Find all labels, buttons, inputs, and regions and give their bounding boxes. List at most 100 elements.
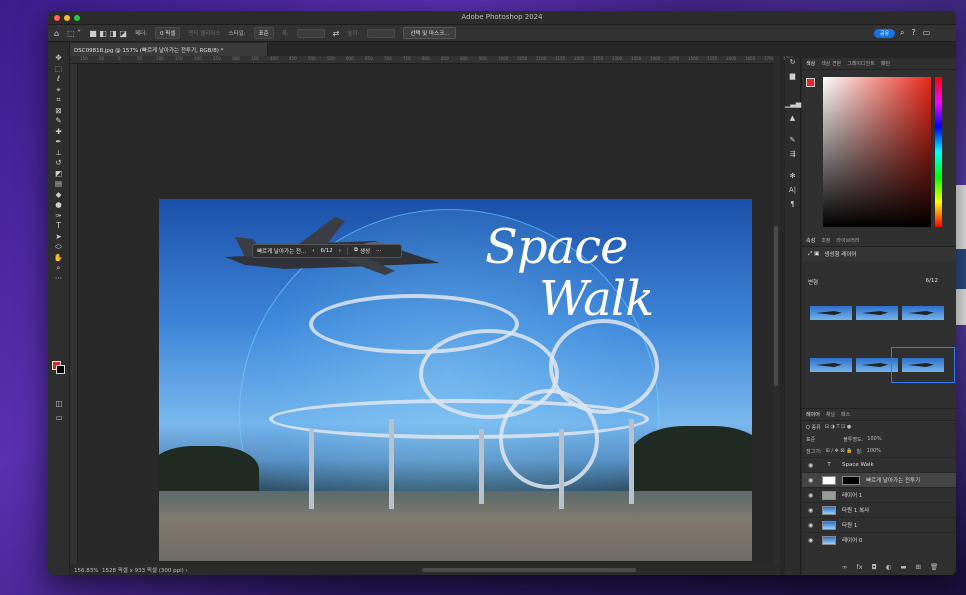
link-icon[interactable]: ∞ [842, 563, 847, 571]
tab-channels[interactable]: 채널 [826, 411, 835, 418]
color-panel-foreground-swatch[interactable] [806, 78, 815, 87]
mask-icon[interactable]: ◘ [872, 563, 877, 571]
color-picker-field[interactable] [823, 77, 931, 227]
previous-variation-icon[interactable]: ‹ [312, 248, 314, 254]
tab-libraries[interactable]: 라이브러리 [836, 237, 859, 244]
variation-thumbnail[interactable] [856, 306, 898, 320]
marquee-tool-icon[interactable]: ⬚ [48, 64, 69, 75]
variation-thumbnail[interactable] [810, 358, 852, 372]
zoom-tool-icon[interactable]: ⌕ [48, 263, 69, 274]
object-select-tool-icon[interactable]: ⌖ [48, 85, 69, 96]
tab-color[interactable]: 색상 [806, 60, 815, 67]
healing-tool-icon[interactable]: ✚ [48, 127, 69, 138]
visibility-eye-icon[interactable]: ◉ [808, 537, 816, 544]
tab-adjustments[interactable]: 조정 [821, 237, 830, 244]
visibility-eye-icon[interactable]: ◉ [808, 462, 816, 469]
vertical-scrollbar[interactable] [773, 56, 780, 564]
layer-row[interactable]: ◉ 빠르게 날아가는 전투기 [802, 472, 956, 487]
variation-thumbnail[interactable] [856, 358, 898, 372]
more-tools-icon[interactable]: ··· [48, 274, 69, 285]
fill-value[interactable]: 100% [867, 448, 881, 454]
horizontal-scroll-thumb[interactable] [422, 568, 636, 572]
next-variation-icon[interactable]: › [339, 248, 341, 254]
crop-tool-icon[interactable]: ⌗ [48, 95, 69, 106]
gear-icon[interactable]: ✻ [785, 172, 800, 186]
variation-thumbnail[interactable] [810, 306, 852, 320]
filter-icons[interactable]: ⊟ ◑ T ⊡ ● [825, 424, 852, 430]
vertical-scroll-thumb[interactable] [774, 226, 778, 386]
eraser-tool-icon[interactable]: ◩ [48, 169, 69, 180]
visibility-eye-icon[interactable]: ◉ [808, 492, 816, 499]
blur-tool-icon[interactable]: ◆ [48, 190, 69, 201]
layer-row[interactable]: ◉ T Space Walk [802, 457, 956, 472]
paragraph-panel-icon[interactable]: ¶ [785, 200, 800, 214]
layer-row[interactable]: ◉ 타원 1 복사 [802, 502, 956, 517]
adjustment-layer-icon[interactable]: ◐ [886, 563, 892, 571]
blend-mode-select[interactable]: 표준 [806, 436, 815, 443]
document-canvas[interactable]: Space Walk [159, 199, 752, 561]
dodge-tool-icon[interactable]: ● [48, 200, 69, 211]
warning-panel-icon[interactable]: ▲ [785, 114, 800, 128]
share-button[interactable]: 공유 [874, 29, 896, 38]
move-tool-icon[interactable]: ✥ [48, 53, 69, 64]
opacity-value[interactable]: 100% [867, 436, 881, 442]
visibility-eye-icon[interactable]: ◉ [808, 477, 816, 484]
fx-icon[interactable]: fx [856, 563, 862, 571]
histogram-panel-icon[interactable]: ▁▃▅ [785, 100, 801, 114]
select-and-mask-button[interactable]: 선택 및 마스크... [403, 27, 457, 39]
eyedropper-tool-icon[interactable]: ✎ [48, 116, 69, 127]
lasso-tool-icon[interactable]: ℓ [48, 74, 69, 85]
height-input[interactable] [367, 28, 396, 38]
trash-icon[interactable]: 🗑 [930, 563, 938, 571]
layer-row[interactable]: ◉ 레이어 0 [802, 532, 956, 547]
shape-tool-icon[interactable]: ⬭ [48, 242, 69, 253]
character-panel-icon[interactable]: A| [785, 186, 800, 200]
frame-tool-icon[interactable]: ⊠ [48, 106, 69, 117]
screen-mode-icon[interactable]: ▭ [48, 413, 70, 424]
layer-row[interactable]: ◉ 타원 1 [802, 517, 956, 532]
path-select-tool-icon[interactable]: ➤ [48, 232, 69, 243]
style-select[interactable]: 표준 [253, 27, 274, 39]
tab-paths[interactable]: 패스 [841, 411, 850, 418]
layer-filter-select[interactable]: Q 종류 [806, 424, 821, 431]
tab-layers[interactable]: 레이어 [806, 411, 820, 418]
marquee-preset-icon[interactable]: ⬚ ˅ [67, 29, 81, 38]
canvas-area[interactable]: Space Walk 빠르게 날아가는 전... ‹ 6/12 › ⧉ 생성 ··… [78, 64, 773, 564]
tab-gradients[interactable]: 그레이디언트 [847, 60, 875, 67]
layer-mask-thumbnail[interactable] [842, 475, 860, 485]
selection-mode-icons[interactable]: ■ ◧ ◨ ◪ [89, 29, 127, 38]
variation-thumbnail[interactable] [902, 306, 944, 320]
tab-properties[interactable]: 속성 [806, 237, 815, 244]
history-brush-tool-icon[interactable]: ↺ [48, 158, 69, 169]
variations-label[interactable]: 변형 [808, 280, 818, 286]
hue-slider[interactable] [935, 77, 942, 227]
more-options-button[interactable]: ··· [376, 248, 381, 254]
home-icon[interactable]: ⌂ [54, 29, 59, 38]
pen-tool-icon[interactable]: ✑ [48, 211, 69, 222]
brush-tool-icon[interactable]: ✒ [48, 137, 69, 148]
brush-settings-icon[interactable]: ✎ [785, 136, 800, 150]
variation-thumbnail-selected[interactable] [891, 347, 955, 383]
zoom-level[interactable]: 156.83% [74, 568, 98, 574]
swap-icon[interactable]: ⇄ [333, 29, 340, 38]
stamp-tool-icon[interactable]: ⊥ [48, 148, 69, 159]
antialias-checkbox[interactable]: 앤티 앨리어스 [188, 29, 220, 37]
folder-icon[interactable]: ▬ [900, 563, 906, 571]
lock-icons[interactable]: ⊞ ∕ ✥ ⊠ 🔒 [826, 448, 853, 454]
history-panel-icon[interactable]: ↻ [785, 58, 800, 72]
workspace-icon[interactable]: ▭ [923, 28, 931, 38]
tab-swatches[interactable]: 색상 견본 [821, 60, 841, 67]
width-input[interactable] [296, 28, 325, 38]
layer-row[interactable]: ◉ 레이어 1 [802, 487, 956, 502]
document-info[interactable]: 1528 픽셀 x 933 픽셀 (300 ppi) [102, 568, 184, 574]
type-tool-icon[interactable]: T [48, 221, 69, 232]
generative-prompt[interactable]: 빠르게 날아가는 전... [257, 247, 306, 255]
search-icon[interactable]: ⌕ [900, 28, 904, 38]
hand-tool-icon[interactable]: ✋ [48, 253, 69, 264]
comments-panel-icon[interactable]: ▆ [785, 72, 800, 86]
new-layer-icon[interactable]: ⊞ [916, 563, 921, 571]
visibility-eye-icon[interactable]: ◉ [808, 507, 816, 514]
generate-button[interactable]: ⧉ 생성 [354, 247, 370, 255]
feather-input[interactable]: 0 픽셀 [155, 27, 181, 39]
background-color-swatch[interactable] [56, 365, 65, 374]
